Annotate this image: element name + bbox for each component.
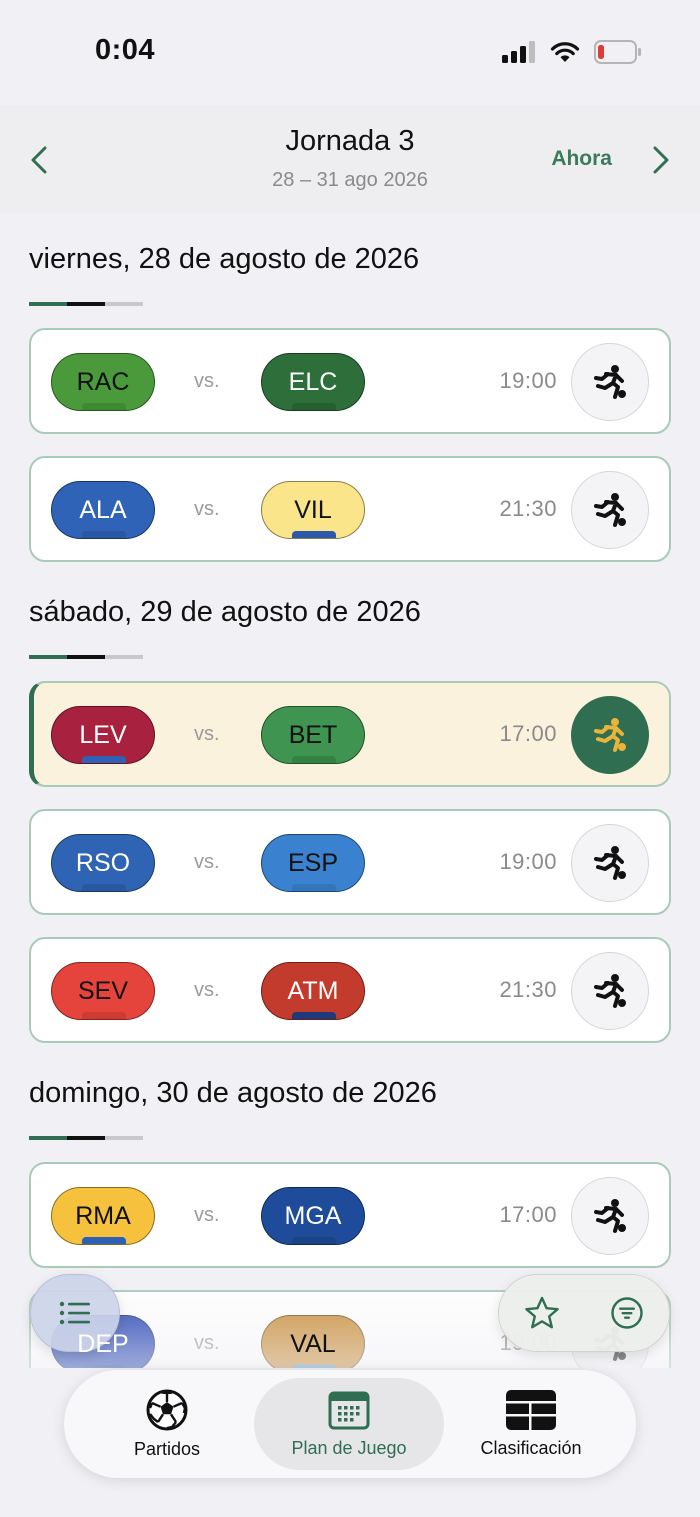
quick-actions-group bbox=[498, 1274, 670, 1352]
match-schedule-list[interactable]: viernes, 28 de agosto de 2026 RAC vs. EL… bbox=[0, 213, 700, 1368]
kickoff-time: 21:30 bbox=[499, 496, 557, 521]
wifi-icon bbox=[550, 42, 580, 62]
status-time: 0:04 bbox=[95, 34, 156, 66]
match-card[interactable]: RSO vs. ESP 19:00 bbox=[29, 809, 671, 915]
match-card[interactable]: RMA vs. MGA 17:00 bbox=[29, 1162, 671, 1268]
soccer-player-icon bbox=[594, 718, 626, 752]
soccer-player-icon bbox=[594, 846, 626, 880]
day-header: viernes, 28 de agosto de 2026 bbox=[29, 243, 420, 275]
cellular-signal-icon bbox=[502, 41, 535, 63]
home-team-badge: LEV bbox=[51, 706, 155, 764]
match-detail-button[interactable] bbox=[571, 952, 649, 1030]
home-team-badge: ALA bbox=[51, 481, 155, 539]
tab-bar: Partidos Plan de Juego Clasificación bbox=[64, 1370, 636, 1478]
home-team-badge: RAC bbox=[51, 353, 155, 411]
match-detail-button[interactable] bbox=[571, 471, 649, 549]
kickoff-time: 17:00 bbox=[499, 721, 557, 746]
match-card[interactable]: SEV vs. ATM 21:30 bbox=[29, 937, 671, 1043]
versus-label: vs. bbox=[194, 979, 220, 1001]
away-team-badge: VIL bbox=[261, 481, 365, 539]
soccer-player-icon bbox=[594, 1199, 626, 1233]
match-card[interactable]: RAC vs. ELC 19:00 bbox=[29, 328, 671, 434]
now-button[interactable]: Ahora bbox=[551, 147, 612, 171]
home-team-badge: RSO bbox=[51, 834, 155, 892]
tab-plan-de-juego[interactable]: Plan de Juego bbox=[254, 1378, 444, 1470]
versus-label: vs. bbox=[194, 370, 220, 392]
kickoff-time: 19:00 bbox=[499, 849, 557, 874]
home-indicator bbox=[0, 1490, 700, 1517]
tab-label: Partidos bbox=[133, 1438, 201, 1459]
versus-label: vs. bbox=[194, 498, 220, 520]
tab-clasificacion[interactable]: Clasificación bbox=[436, 1378, 626, 1470]
round-header: Jornada 3 28 – 31 ago 2026 Ahora bbox=[0, 105, 700, 213]
calendar-icon bbox=[328, 1391, 370, 1429]
filter-button[interactable] bbox=[597, 1283, 657, 1343]
star-icon bbox=[524, 1296, 559, 1329]
tab-partidos[interactable]: Partidos bbox=[72, 1378, 262, 1470]
versus-label: vs. bbox=[194, 723, 220, 745]
tab-label: Plan de Juego bbox=[291, 1437, 407, 1458]
kickoff-time: 19:00 bbox=[499, 368, 557, 393]
versus-label: vs. bbox=[194, 1332, 220, 1354]
match-detail-button[interactable] bbox=[571, 696, 649, 774]
away-team-badge: ESP bbox=[261, 834, 365, 892]
kickoff-time: 21:30 bbox=[499, 977, 557, 1002]
next-round-button[interactable] bbox=[648, 143, 674, 177]
away-team-badge: BET bbox=[261, 706, 365, 764]
home-team-badge: RMA bbox=[51, 1187, 155, 1245]
home-team-badge: SEV bbox=[51, 962, 155, 1020]
tab-label: Clasificación bbox=[480, 1437, 582, 1458]
table-icon bbox=[506, 1389, 556, 1430]
versus-label: vs. bbox=[194, 1204, 220, 1226]
status-icons bbox=[502, 40, 642, 64]
day-divider bbox=[29, 655, 143, 659]
match-card[interactable]: ALA vs. VIL 21:30 bbox=[29, 456, 671, 562]
favorites-button[interactable] bbox=[512, 1283, 572, 1343]
away-team-badge: VAL bbox=[261, 1315, 365, 1368]
soccer-player-icon bbox=[594, 974, 626, 1008]
status-bar: 0:04 bbox=[0, 0, 700, 105]
match-detail-button[interactable] bbox=[571, 1177, 649, 1255]
away-team-badge: ATM bbox=[261, 962, 365, 1020]
battery-icon bbox=[594, 40, 641, 64]
soccer-player-icon bbox=[594, 365, 626, 399]
day-header: domingo, 30 de agosto de 2026 bbox=[29, 1077, 437, 1109]
round-date-range: 28 – 31 ago 2026 bbox=[272, 169, 428, 191]
day-divider bbox=[29, 302, 143, 306]
away-team-badge: MGA bbox=[261, 1187, 365, 1245]
match-card-highlighted[interactable]: LEV vs. BET 17:00 bbox=[29, 681, 671, 787]
chevron-right-icon bbox=[653, 146, 669, 174]
match-detail-button[interactable] bbox=[571, 824, 649, 902]
filter-icon bbox=[610, 1297, 643, 1329]
match-detail-button[interactable] bbox=[571, 343, 649, 421]
kickoff-time: 17:00 bbox=[499, 1202, 557, 1227]
soccer-ball-icon bbox=[146, 1389, 188, 1430]
soccer-player-icon bbox=[594, 493, 626, 527]
away-team-badge: ELC bbox=[261, 353, 365, 411]
day-header: sábado, 29 de agosto de 2026 bbox=[29, 596, 421, 628]
versus-label: vs. bbox=[194, 851, 220, 873]
day-divider bbox=[29, 1136, 143, 1140]
list-icon bbox=[59, 1301, 90, 1325]
